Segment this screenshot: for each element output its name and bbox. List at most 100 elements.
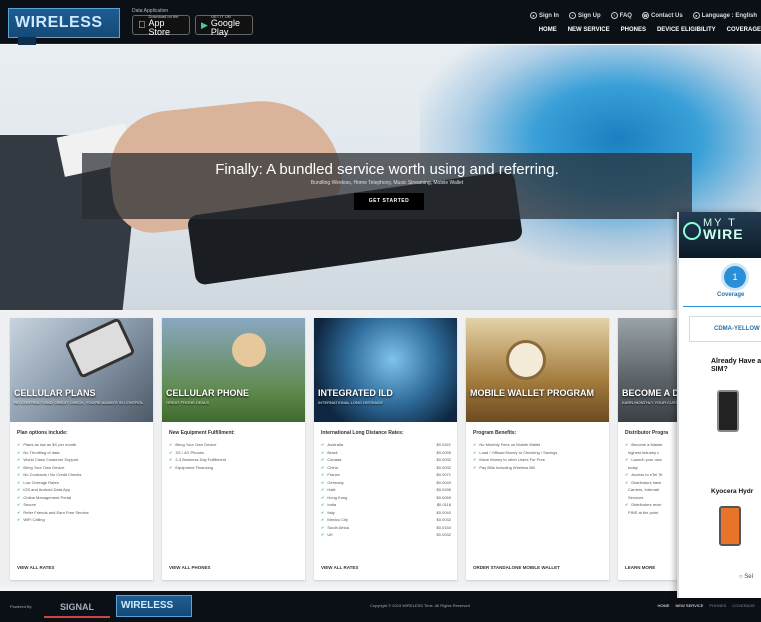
card-subtitle: GREAT PHONE DEALS — [166, 400, 209, 405]
contact-link[interactable]: ☎ Contact Us — [641, 12, 683, 19]
clock-image — [506, 340, 546, 380]
card-list: ✔ Bring Your Own Device ✔ 3G / 4G Phones ✔… — [169, 442, 299, 472]
list-item: ✔ WiFi Calling — [17, 517, 45, 522]
list-item: ✔ iOS and Android Data App — [17, 487, 71, 492]
card-integrated-ild: INTEGRATED ILD INTERNATIONAL LONG DISTAN… — [314, 318, 457, 580]
signal-logo[interactable]: SIGNAL — [44, 596, 110, 618]
list-item: ✔ Plans as low as $X per month — [17, 442, 77, 447]
rates-list: ✔ Australia $0.0321 ✔ Brazil $0.0095 ✔ Canada… — [321, 442, 451, 540]
sign-in-link[interactable]: ● Sign In — [529, 12, 559, 19]
list-item: ✔ No Throttling of data — [17, 449, 60, 455]
device-name: Kyocera Hydr — [711, 488, 754, 495]
view-all-rates-link[interactable]: VIEW ALL RATES — [321, 565, 358, 570]
nav-coverage[interactable]: COVERAGE — [727, 27, 761, 33]
view-all-rates-link[interactable]: VIEW ALL RATES — [17, 565, 54, 570]
card-heading: Program Benefits: — [473, 430, 517, 436]
nav-home[interactable]: HOME — [539, 27, 557, 33]
list-item: ✔ Move Money to other Users For Free — [473, 457, 545, 462]
rate-row: ✔ China $0.0032 — [321, 464, 451, 470]
card-image: INTEGRATED ILD INTERNATIONAL LONG DISTAN… — [314, 318, 457, 422]
card-title: MOBILE WALLET PROGRAM — [470, 388, 594, 398]
card-cellular-phone: CELLULAR PHONE GREAT PHONE DEALS New Equ… — [162, 318, 305, 580]
widget-header: MY T WIRE — [679, 212, 761, 258]
card-image: CELLULAR PLANS NO CONTRACT AND CREDIT CH… — [10, 318, 153, 422]
list-item: ✔ Refer Friends and Earn Free Service — [17, 509, 89, 515]
step-label: Coverage — [717, 292, 745, 298]
user-plus-icon: + — [568, 12, 576, 19]
list-item: ✔ Low Overage Rates — [17, 479, 59, 485]
widget-brand: MY T WIRE — [703, 217, 744, 242]
main-nav: HOME NEW SERVICE PHONES DEVICE ELIGIBILI… — [539, 27, 761, 33]
rate-row: ✔ Brazil $0.0095 — [321, 449, 451, 455]
rate-row: ✔ Hong Kong $0.0059 — [321, 494, 451, 500]
card-list: ✔ No Monthly Fees on Mobile Wallet ✔ Load … — [473, 442, 603, 472]
list-item: ✔ No Contracts / No Credit Checks — [17, 472, 82, 477]
smartphone-image — [64, 318, 136, 379]
list-item: ✔ Equipment Financing — [169, 464, 213, 470]
person-image — [232, 333, 266, 367]
nav-new-service[interactable]: NEW SERVICE — [568, 27, 610, 33]
footer-nav-phones[interactable]: PHONES — [709, 603, 726, 608]
play-icon: ▶ — [201, 19, 208, 30]
phone-icon: ☎ — [641, 12, 649, 19]
footer-logo[interactable]: WIRELESS — [116, 595, 192, 617]
card-subtitle: NO CONTRACT AND CREDIT CHECK, YOU'RE ALW… — [14, 400, 144, 405]
view-all-phones-link[interactable]: VIEW ALL PHONES — [169, 565, 211, 570]
get-started-button[interactable]: GET STARTED — [354, 193, 424, 210]
rate-row: ✔ Germany $0.0040 — [321, 479, 451, 485]
rate-row: ✔ Australia $0.0321 — [321, 442, 451, 447]
user-icon: ● — [529, 12, 537, 19]
hero-subtitle: Bundling Wireless, Home Telephony, Music… — [310, 180, 464, 186]
sign-up-link[interactable]: + Sign Up — [568, 12, 601, 19]
hero-banner: Finally: A bundled service worth using a… — [0, 45, 761, 310]
footer-nav-coverage[interactable]: COVERAGE — [732, 603, 755, 608]
rate-row: ✔ India $0.0118 — [321, 502, 451, 507]
nav-phones[interactable]: PHONES — [621, 27, 646, 33]
iphone-image[interactable] — [717, 390, 739, 432]
footer-nav-home[interactable]: HOME — [657, 603, 669, 608]
footer-nav-new-service[interactable]: NEW SERVICE — [675, 603, 703, 608]
network-tab[interactable]: CDMA-YELLOW — [689, 316, 761, 342]
card-heading: International Long Distance Rates: — [321, 430, 404, 436]
card-title: INTEGRATED ILD — [318, 388, 393, 398]
card-image: MOBILE WALLET PROGRAM — [466, 318, 609, 422]
rate-row: ✔ Mexico City $0.0032 — [321, 517, 451, 522]
learn-more-link[interactable]: LEARN MORE — [625, 565, 655, 570]
step-indicator[interactable]: 1 — [724, 266, 746, 288]
step-divider — [683, 306, 761, 307]
rate-row: ✔ Italy $0.0040 — [321, 509, 451, 515]
card-cellular-plans: CELLULAR PLANS NO CONTRACT AND CREDIT CH… — [10, 318, 153, 580]
faq-link[interactable]: ? FAQ — [610, 12, 632, 19]
kyocera-phone-image[interactable] — [719, 506, 741, 546]
rate-row: ✔ France $0.0071 — [321, 472, 451, 477]
apple-icon:  — [138, 20, 146, 31]
card-title: BECOME A DI — [622, 388, 682, 398]
footer-nav: HOME NEW SERVICE PHONES COVERAGE — [657, 603, 755, 608]
list-item: ✔ No Monthly Fees on Mobile Wallet — [473, 442, 541, 447]
card-title: CELLULAR PLANS — [14, 388, 96, 398]
card-heading: Plan options include: — [17, 430, 68, 436]
card-heading: Distributor Progra — [625, 430, 669, 436]
card-mobile-wallet: MOBILE WALLET PROGRAM Program Benefits: … — [466, 318, 609, 580]
question-icon: ? — [610, 12, 618, 19]
powered-by-label: Powered By — [10, 604, 32, 609]
card-subtitle: INTERNATIONAL LONG DISTANCE — [318, 400, 384, 405]
app-store-button[interactable]:  Download on theApp Store — [132, 14, 190, 36]
list-item: ✔ 3G / 4G Phones — [169, 449, 205, 455]
service-cards: CELLULAR PLANS NO CONTRACT AND CREDIT CH… — [0, 310, 761, 586]
utility-links: ● Sign In + Sign Up ? FAQ ☎ Contact Us ● Lang… — [529, 12, 757, 19]
card-title: CELLULAR PHONE — [166, 388, 249, 398]
nav-device-eligibility[interactable]: DEVICE ELIGIBILITY — [657, 27, 716, 33]
hero-caption: Finally: A bundled service worth using a… — [82, 153, 692, 219]
site-logo[interactable]: WIRELESSTIME — [8, 8, 120, 67]
list-item: ✔ Bring Your Own Device — [169, 442, 217, 447]
card-heading: New Equipment Fulfillment: — [169, 430, 235, 436]
language-select[interactable]: ● Language : English — [692, 12, 757, 19]
sim-question: Already Have and SIM? — [711, 358, 761, 373]
list-item: ✔ Bring Your Own Device — [17, 464, 65, 470]
order-mobile-wallet-link[interactable]: ORDER STANDALONE MOBILE WALLET — [473, 565, 560, 570]
top-bar: WIRELESSTIME Data Application  Download… — [0, 0, 761, 67]
list-item: ✔ Load / Offload Money to Checking / Savi… — [473, 449, 558, 455]
select-radio[interactable]: ○ Sel — [739, 574, 753, 580]
google-play-button[interactable]: ▶ GET IT ON Google Play — [195, 14, 253, 36]
